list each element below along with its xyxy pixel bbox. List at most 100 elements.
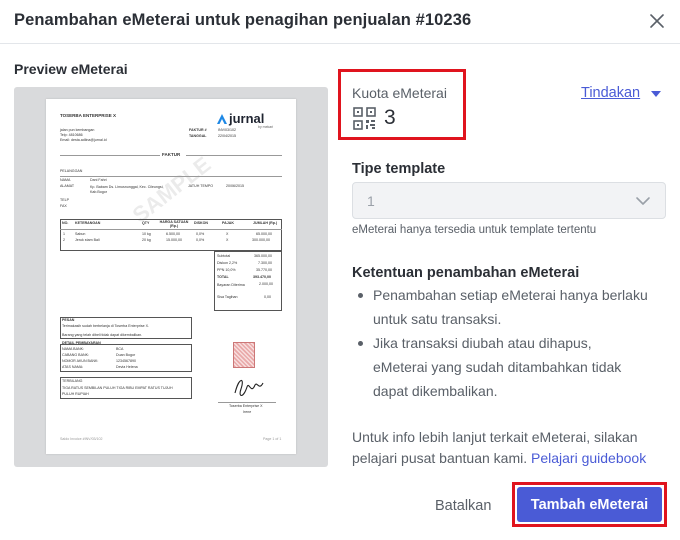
invoice-pesan-label: PESAN (62, 318, 75, 322)
bullet-dot (358, 341, 363, 346)
emeterai-stamp (233, 342, 255, 368)
invoice-pesan-line: Terimakasih sudah berbelanja di Toserba … (62, 324, 150, 328)
table-cell: 1 (63, 232, 65, 236)
close-button[interactable] (644, 8, 670, 34)
invoice-faktur-label: FAKTUR # (189, 128, 207, 132)
table-cell: 2 (63, 238, 65, 242)
table-cell: 0,0% (196, 232, 205, 236)
invoice-company: TOSERBA ENTERPRISE X (60, 113, 117, 118)
total-value: 0,00 (264, 295, 271, 299)
total-label: Sisa Tagihan (217, 295, 238, 299)
invoice-jatuh-tempo-label: JATUH TEMPO (188, 184, 214, 188)
table-cell: X (226, 232, 229, 236)
guidebook-link[interactable]: Pelajari guidebook (531, 450, 646, 466)
table-header-pajak: PAJAK (222, 221, 234, 225)
table-cell: Jeruk stam Bali (75, 238, 100, 242)
divider (218, 402, 276, 403)
invoice-telp-label: TELP (60, 198, 69, 202)
table-header-qty: QTY (142, 221, 150, 225)
add-emeterai-button[interactable]: Tambah eMeterai (517, 487, 662, 522)
invoice-nama-label: NAMA (60, 178, 71, 182)
cancel-button[interactable]: Batalkan (430, 492, 496, 520)
kuota-label: Kuota eMeterai (352, 85, 447, 101)
divider (60, 155, 160, 156)
bank-value: BCA (116, 347, 124, 351)
invoice-terbilang-line: PULUH RUPIAH (62, 392, 89, 396)
ketentuan-title: Ketentuan penambahan eMeterai (352, 265, 580, 281)
total-value: 2.000,00 (259, 282, 273, 286)
table-cell: 10 kg (142, 232, 151, 236)
invoice-tanggal-value: 22/04/2015 (218, 134, 236, 138)
invoice-totals (214, 251, 282, 311)
tindakan-dropdown[interactable]: Tindakan (581, 85, 640, 101)
table-cell: 300.000,00 (252, 238, 270, 242)
total-label: Subtotal (217, 254, 231, 258)
invoice-preview: TOSERBA ENTERPRISE X jurnal by mekari ja… (46, 99, 296, 454)
total-label: PPN 10,0% (217, 268, 236, 272)
table-cell: 15.000,00 (166, 238, 182, 242)
total-value: 35.770,00 (256, 268, 272, 272)
table-cell: Sabun (75, 232, 86, 236)
chevron-down-icon (636, 197, 650, 205)
table-header-keterangan: KETERANGAN (75, 221, 101, 225)
invoice-logo-sub: by mekari (258, 125, 274, 129)
invoice-alamat-label: ALAMAT (60, 184, 75, 188)
table-header-no: NO. (62, 221, 69, 225)
invoice-signer-role: Irene (243, 410, 252, 414)
total-label: Diskon 2,2% (217, 261, 238, 265)
kuota-value: 3 (384, 106, 396, 129)
invoice-alamat-value: Kp. Babam Ds. Limusnunggal, Kec. Cileung… (90, 185, 164, 194)
invoice-pelanggan: PELANGGAN (60, 169, 83, 173)
bank-value: Duan Bogor (116, 353, 136, 357)
table-cell: 6.500,00 (166, 232, 180, 236)
qr-code-icon (353, 107, 376, 130)
table-cell: X (226, 238, 229, 242)
caret-down-icon[interactable] (650, 90, 662, 98)
invoice-section-title: FAKTUR (162, 152, 181, 157)
divider (60, 176, 282, 177)
preview-panel: TOSERBA ENTERPRISE X jurnal by mekari ja… (14, 87, 328, 467)
invoice-address-3: Email: desta.adlina@jurnal.id (60, 138, 107, 142)
info-text-2: pelajari pusat bantuan kami. Pelajari gu… (352, 450, 646, 466)
invoice-terbilang-label: TERBILANG (62, 379, 83, 383)
total-label: Bayaran Diterima (217, 283, 245, 287)
ketentuan-item-2: Jika transaksi diubah atau dihapus, (373, 335, 592, 351)
cancel-button-label: Batalkan (435, 498, 492, 514)
invoice-terbilang-line: TIGA RATUS SEMBILAN PULUH TIGA RIBU EMPA… (62, 386, 173, 390)
invoice-footer-right: Page 1 of 1 (263, 437, 282, 441)
template-select[interactable]: 1 (352, 182, 666, 219)
bank-key: NAMA BANK: (62, 347, 84, 351)
invoice-logo-text: jurnal (229, 111, 265, 126)
invoice-tanggal-label: TANGGAL (189, 134, 207, 138)
invoice-jatuh-tempo-value: 20/06/2015 (226, 184, 244, 188)
bank-key: NOMOR AKUN BANK: (62, 359, 99, 363)
invoice-signer-company: Toserba Enterprise X (229, 404, 263, 408)
dialog-header: Penambahan eMeterai untuk penagihan penj… (0, 0, 680, 44)
total-label: TOTAL (217, 275, 229, 279)
bullet-dot (358, 293, 363, 298)
preview-label: Preview eMeterai (14, 61, 128, 77)
ketentuan-item-2-cont: eMeterai yang sudah ditambahkan tidak (373, 359, 622, 375)
table-cell: 65.000,00 (256, 232, 272, 236)
bank-value: Devia Helena (116, 365, 138, 369)
dialog-title: Penambahan eMeterai untuk penagihan penj… (14, 11, 472, 29)
table-cell: 0,0% (196, 238, 205, 242)
ketentuan-item-2-cont: dapat dikembalikan. (373, 383, 498, 399)
signature-icon (234, 379, 264, 397)
table-header-harga: HARGA SATUAN (Rp.) (159, 220, 189, 229)
invoice-nama-value: Dani Fahri (90, 178, 107, 182)
template-select-value: 1 (367, 193, 375, 209)
jurnal-logo-icon (217, 114, 227, 124)
template-label: Tipe template (352, 161, 446, 177)
ketentuan-item-1: Penambahan setiap eMeterai hanya berlaku (373, 287, 648, 303)
info-text: Untuk info lebih lanjut terkait eMeterai… (352, 429, 638, 445)
invoice-footer-left: Saldo Invoice #INV/03/102 (60, 437, 103, 441)
table-cell: 20 kg (142, 238, 151, 242)
total-value: 393.470,00 (253, 275, 271, 279)
ketentuan-item-1-cont: untuk satu transaksi. (373, 311, 502, 327)
bank-key: ATAS NAMA: (62, 365, 84, 369)
invoice-fax-label: FAX (60, 204, 67, 208)
bank-value: 1234567890 (116, 359, 136, 363)
invoice-faktur-value: INV/03/102 (218, 128, 236, 132)
invoice-bank-label: DETAIL PEMBAYARAN (62, 341, 101, 345)
